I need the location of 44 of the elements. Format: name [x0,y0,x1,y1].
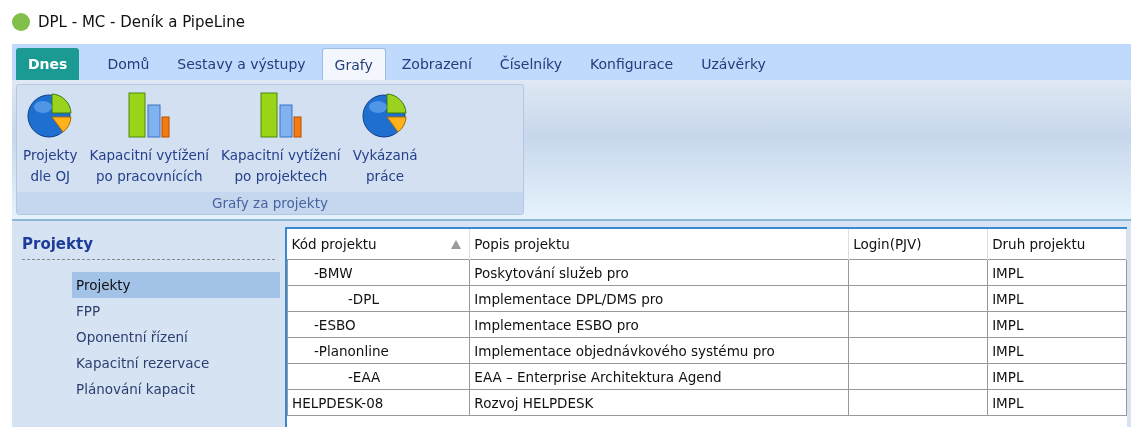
sidebar-item[interactable]: Projekty [72,272,280,298]
ribbon-tab[interactable]: Zobrazení [389,48,484,80]
sidebar-item[interactable]: Oponentní řízení [72,324,280,350]
column-header[interactable]: Kód projektu [287,229,470,260]
table-cell: -Planonline [287,337,470,364]
table-cell: IMPL [987,389,1127,416]
pie-chart-icon [26,91,75,139]
column-header[interactable]: Popis projektu [469,229,849,260]
table-cell: HELPDESK-08 [287,389,470,416]
table-cell: -ESBO [287,311,470,338]
table-cell: Implementace ESBO pro [469,311,849,338]
chart-button[interactable]: Projekty dle OJ [17,91,84,192]
table-cell: Implementace DPL/DMS pro [469,285,849,312]
table-cell: Rozvoj HELPDESK [469,389,849,416]
table-cell: IMPL [987,285,1127,312]
ribbon-tab[interactable]: Grafy [321,48,386,80]
table-cell: EAA – Enterprise Architektura Agend [469,363,849,390]
pie-chart-icon [361,91,410,139]
sidebar-item[interactable]: Plánování kapacit [72,376,280,402]
column-header[interactable]: Login(PJV) [848,229,988,260]
table-cell: Poskytování služeb pro [469,259,849,286]
column-header[interactable]: Druh projektu [987,229,1127,260]
table-cell: -EAA [287,363,470,390]
chart-button[interactable]: Vykázaná práce [346,91,424,192]
ribbon-tab[interactable]: Číselníky [487,48,574,80]
table-cell: -DPL [287,285,470,312]
chart-button[interactable]: Kapacitní vytížení po pracovnících [83,91,216,192]
chart-button[interactable]: Kapacitní vytížení po projektech [215,91,347,192]
ribbon-tab[interactable]: Sestavy a výstupy [165,48,318,80]
table-cell: -BMW [287,259,470,286]
table-cell: IMPL [987,363,1127,390]
table-cell: IMPL [987,311,1127,338]
ribbon-tab[interactable]: Konfigurace [578,48,686,80]
ribbon-tab[interactable]: Uzávěrky [689,48,778,80]
sidebar-title: Projekty [21,234,94,255]
sidebar-item[interactable]: FPP [72,298,280,324]
sidebar-item[interactable]: Kapacitní rezervace [72,350,280,376]
table-cell: IMPL [987,337,1127,364]
table-cell: IMPL [987,259,1127,286]
ribbon-tab[interactable]: Domů [95,48,162,80]
app-logo-icon [12,13,30,31]
window-title: DPL - MC - Deník a PipeLine [38,13,246,31]
group-label: Grafy za projekty [17,192,523,214]
table-cell: Implementace objednávkového systému pro [469,337,849,364]
